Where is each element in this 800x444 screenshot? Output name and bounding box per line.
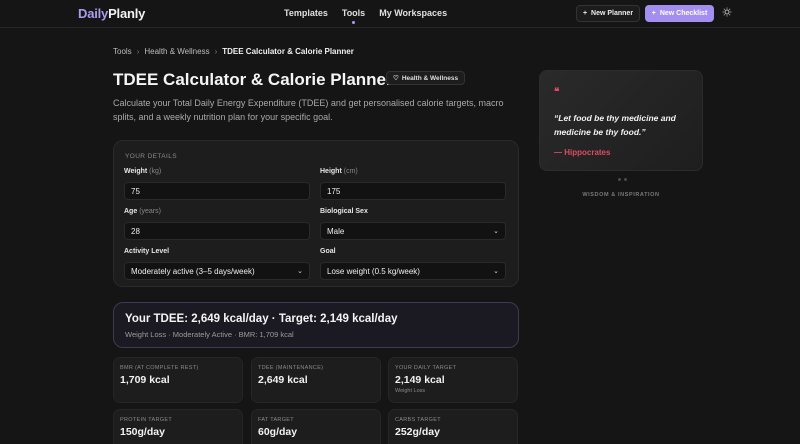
stat-value: 150g/day [120, 426, 165, 438]
age-unit: (years) [139, 208, 161, 215]
quote-caption: WISDOM & INSPIRATION [582, 192, 660, 198]
stat-card-carbs: CARBS TARGET 252g/day [388, 409, 518, 444]
sex-select[interactable]: Male ⌄ [320, 222, 506, 240]
tdee-result-banner: Your TDEE: 2,649 kcal/day · Target: 2,14… [113, 302, 519, 348]
breadcrumb-current: TDEE Calculator & Calorie Planner [222, 47, 354, 56]
weight-input[interactable]: 75 [124, 182, 310, 200]
age-field: Age (years) 28 [124, 208, 310, 240]
sex-value: Male [327, 226, 345, 236]
stat-value: 2,649 kcal [258, 374, 308, 386]
logo-part-daily: Daily [78, 6, 109, 21]
stat-card-protein: PROTEIN TARGET 150g/day [113, 409, 243, 444]
new-checklist-button[interactable]: + New Checklist [645, 5, 714, 22]
stat-label: FAT TARGET [258, 417, 294, 423]
stat-value: 2,149 kcal [395, 374, 445, 386]
quote-icon: ❝ [554, 87, 560, 98]
section-label: YOUR DETAILS [125, 153, 177, 160]
stat-label: BMR (AT COMPLETE REST) [120, 365, 199, 371]
age-input[interactable]: 28 [124, 222, 310, 240]
sex-field: Biological Sex Male ⌄ [320, 208, 506, 240]
breadcrumb-tools[interactable]: Tools [113, 47, 132, 56]
stat-value: 252g/day [395, 426, 440, 438]
page-subtitle: Calculate your Total Daily Energy Expend… [113, 98, 504, 122]
new-checklist-label: New Checklist [659, 10, 708, 17]
badge-label: Health & Wellness [401, 74, 459, 82]
sun-icon[interactable] [721, 7, 733, 19]
stat-label: PROTEIN TARGET [120, 417, 172, 423]
quote-author: — Hippocrates [554, 148, 611, 157]
activity-value: Moderately active (3–5 days/week) [131, 266, 255, 276]
nav-links: Templates Tools My Workspaces [284, 8, 447, 24]
height-unit: (cm) [343, 168, 358, 175]
weight-value: 75 [131, 186, 140, 196]
new-planner-button[interactable]: + New Planner [576, 5, 640, 22]
chevron-right-icon: › [214, 47, 218, 56]
age-value: 28 [131, 226, 140, 236]
tdee-headline: Your TDEE: 2,649 kcal/day · Target: 2,14… [125, 313, 398, 325]
plus-icon: + [582, 10, 588, 17]
weight-unit: (kg) [149, 168, 162, 175]
height-value: 175 [327, 186, 341, 196]
chevron-down-icon: ⌄ [297, 268, 303, 275]
top-nav: DailyPlanly Templates Tools My Workspace… [0, 0, 800, 28]
age-label: Age [124, 208, 138, 215]
nav-link-my-workspaces[interactable]: My Workspaces [379, 8, 447, 18]
goal-select[interactable]: Lose weight (0.5 kg/week) ⌄ [320, 262, 506, 280]
tdee-summary: Weight Loss · Moderately Active · BMR: 1… [125, 330, 294, 339]
stat-value: 1,709 kcal [120, 374, 170, 386]
weight-field: Weight (kg) 75 [124, 168, 310, 200]
goal-field: Goal Lose weight (0.5 kg/week) ⌄ [320, 248, 506, 280]
logo-part-planly: Planly [108, 6, 146, 21]
goal-value: Lose weight (0.5 kg/week) [327, 266, 420, 276]
chevron-down-icon: ⌄ [493, 228, 499, 235]
logo[interactable]: DailyPlanly [78, 6, 145, 21]
stat-card-bmr: BMR (AT COMPLETE REST) 1,709 kcal [113, 357, 243, 403]
stat-label: TDEE (MAINTENANCE) [258, 365, 324, 371]
breadcrumb: Tools › Health & Wellness › TDEE Calcula… [113, 47, 354, 56]
activity-field: Activity Level Moderately active (3–5 da… [124, 248, 310, 280]
details-form: YOUR DETAILS Weight (kg) 75 Height (cm) … [113, 140, 519, 287]
sex-label: Biological Sex [320, 208, 368, 215]
activity-select[interactable]: Moderately active (3–5 days/week) ⌄ [124, 262, 310, 280]
activity-label: Activity Level [124, 248, 170, 255]
carousel-dots[interactable] [618, 178, 627, 181]
quote-text: “Let food be thy medicine and medicine b… [554, 113, 676, 137]
quote-card: ❝ “Let food be thy medicine and medicine… [539, 70, 703, 171]
stat-note: Weight Loss [395, 388, 426, 394]
goal-label: Goal [320, 248, 336, 255]
height-input[interactable]: 175 [320, 182, 506, 200]
chevron-down-icon: ⌄ [493, 268, 499, 275]
stat-card-daily-target: YOUR DAILY TARGET 2,149 kcal Weight Loss [388, 357, 518, 403]
new-planner-label: New Planner [591, 10, 634, 17]
weight-label: Weight [124, 168, 148, 175]
page-title: TDEE Calculator & Calorie Planner [113, 70, 393, 89]
stat-card-fat: FAT TARGET 60g/day [251, 409, 381, 444]
category-badge: ♡ Health & Wellness [386, 71, 466, 85]
heart-icon: ♡ [393, 75, 399, 82]
nav-link-tools[interactable]: Tools [342, 8, 365, 24]
stat-label: CARBS TARGET [395, 417, 441, 423]
stat-value: 60g/day [258, 426, 298, 438]
stat-card-tdee: TDEE (MAINTENANCE) 2,649 kcal [251, 357, 381, 403]
plus-icon: + [651, 10, 656, 17]
stat-label: YOUR DAILY TARGET [395, 365, 457, 371]
chevron-right-icon: › [136, 47, 140, 56]
height-field: Height (cm) 175 [320, 168, 506, 200]
height-label: Height [320, 168, 342, 175]
breadcrumb-health-wellness[interactable]: Health & Wellness [144, 47, 209, 56]
nav-link-templates[interactable]: Templates [284, 8, 328, 18]
